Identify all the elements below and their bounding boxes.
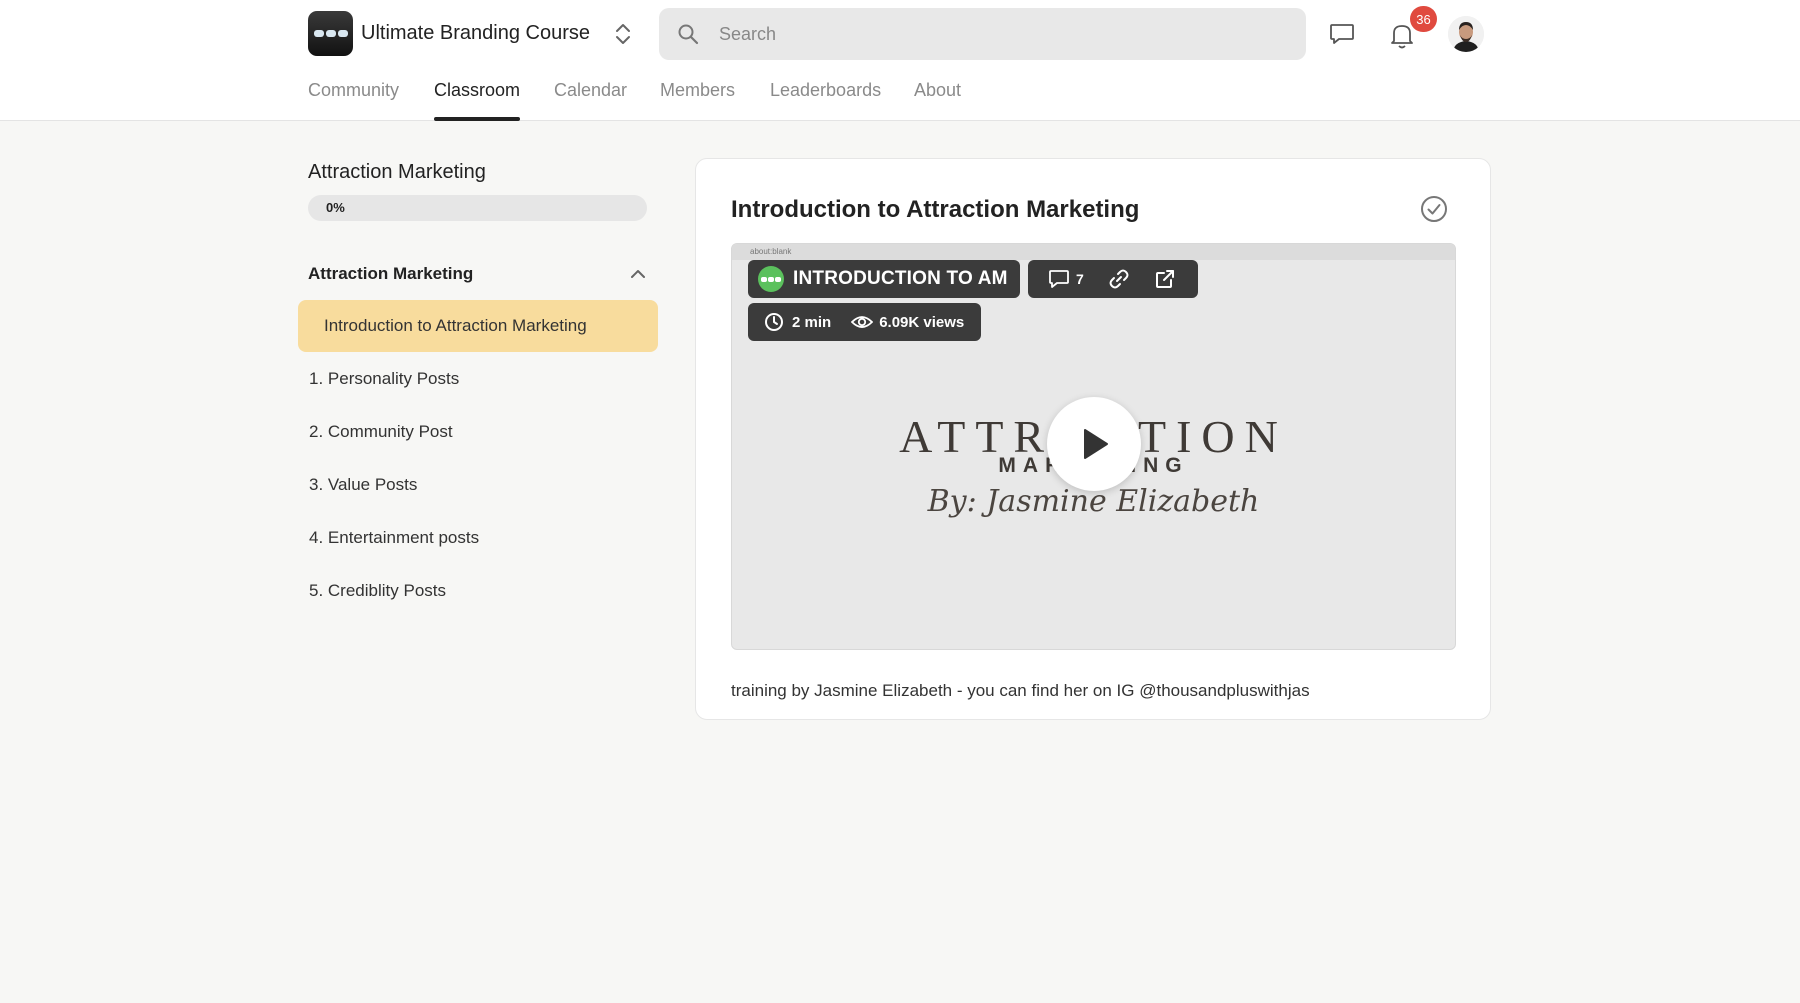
video-views: 6.09K views [879,313,965,331]
clock-icon [765,313,783,331]
video-channel-logo-icon [758,266,784,292]
search-input[interactable] [719,8,1289,60]
tab-about[interactable]: About [914,80,961,121]
tab-members[interactable]: Members [660,80,735,121]
lesson-description: training by Jasmine Elizabeth - you can … [731,681,1310,700]
search-icon [678,24,699,45]
lesson-content-card: Introduction to Attraction Marketing abo… [695,158,1491,720]
video-player[interactable]: about:blank INTRODUCTION TO AM 7 2 min 6… [731,243,1456,650]
chat-icon[interactable] [1328,20,1356,48]
video-title-pill: INTRODUCTION TO AM [748,260,1020,298]
external-link-icon[interactable] [1154,268,1176,290]
lesson-item-value-posts[interactable]: 3. Value Posts [298,459,658,511]
link-icon[interactable] [1108,268,1130,290]
community-logo[interactable] [308,11,353,56]
course-progress-bar: 0% [308,195,647,221]
progress-label: 0% [326,200,345,215]
eye-icon [851,316,874,328]
module-title: Attraction Marketing [308,264,474,283]
video-meta-pill: 2 min 6.09K views [748,303,981,341]
comment-count: 7 [1076,271,1084,287]
lesson-item-community-post[interactable]: 2. Community Post [298,406,658,458]
play-icon [1084,429,1108,459]
video-topbar: about:blank [732,244,1455,260]
play-button[interactable] [1047,397,1141,491]
lesson-item-introduction[interactable]: Introduction to Attraction Marketing [298,300,658,352]
comment-icon[interactable] [1048,269,1070,289]
lesson-title: Introduction to Attraction Marketing [731,196,1140,223]
chevron-up-down-icon[interactable] [613,20,633,48]
tab-classroom[interactable]: Classroom [434,80,521,121]
lesson-item-entertainment-posts[interactable]: 4. Entertainment posts [298,512,658,564]
notification-badge: 36 [1410,6,1437,32]
main-nav: Community Classroom Calendar Members Lea… [0,74,1800,121]
lesson-item-personality-posts[interactable]: 1. Personality Posts [298,353,658,405]
video-title[interactable]: INTRODUCTION TO AM [793,268,1008,290]
course-title: Attraction Marketing [308,161,486,183]
user-avatar[interactable] [1448,16,1484,52]
video-actions-pill: 7 [1028,260,1198,298]
chevron-up-icon[interactable] [629,266,647,282]
tab-calendar[interactable]: Calendar [554,80,627,121]
top-header: Ultimate Branding Course 36 Community Cl… [0,0,1800,121]
tab-leaderboards[interactable]: Leaderboards [770,80,881,121]
tab-community[interactable]: Community [308,80,399,121]
logo-mark-icon [313,30,348,37]
search-bar[interactable] [659,8,1306,60]
lesson-item-credibility-posts[interactable]: 5. Crediblity Posts [298,565,658,617]
mark-complete-check-icon[interactable] [1420,195,1448,223]
module-section-header[interactable]: Attraction Marketing [308,262,647,286]
community-name[interactable]: Ultimate Branding Course [361,22,590,45]
avatar-image [1448,16,1484,52]
video-duration: 2 min [792,313,832,331]
